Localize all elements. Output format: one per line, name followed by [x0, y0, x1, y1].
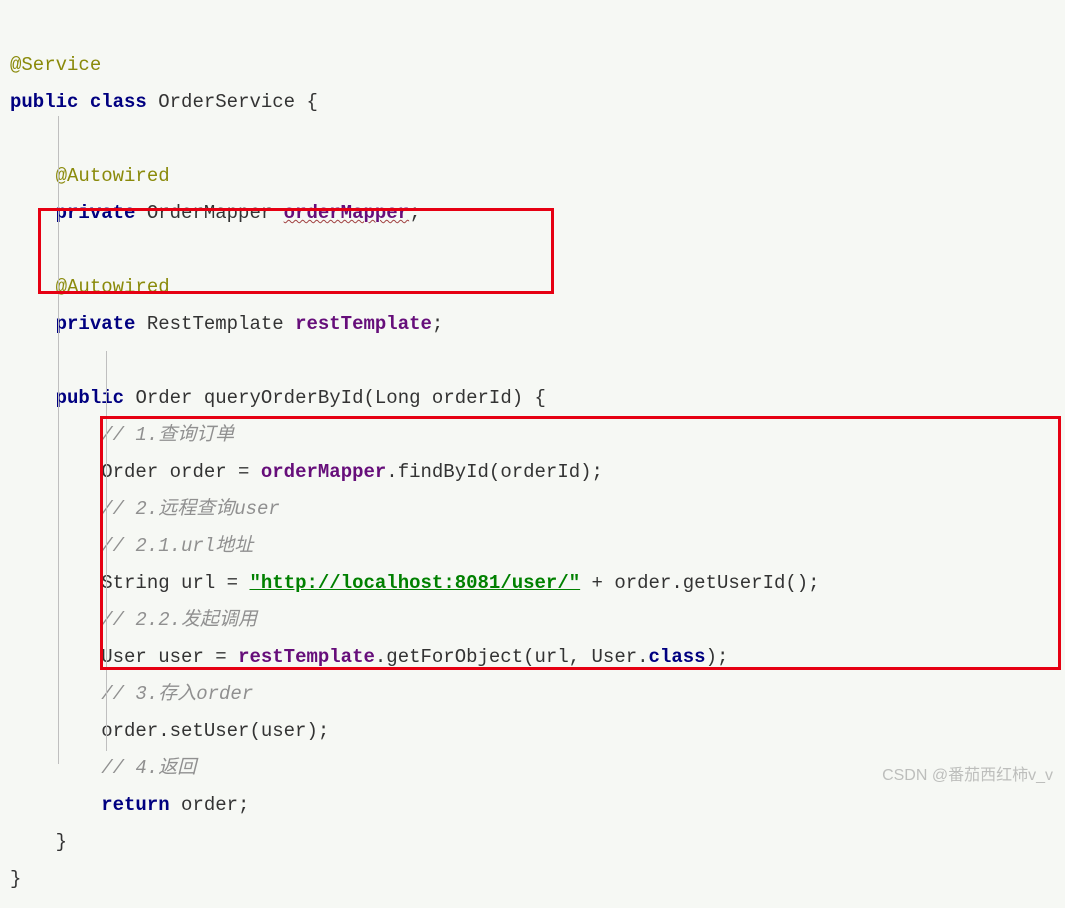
comment-3: // 3.存入order	[101, 683, 253, 705]
field-mapper: orderMapper	[284, 202, 409, 224]
tail-paren: );	[706, 646, 729, 668]
var-user: user	[158, 646, 204, 668]
semi-2: ;	[432, 313, 443, 335]
plus-getUserId: + order.getUserId();	[580, 572, 819, 594]
type-mapper: OrderMapper	[147, 202, 272, 224]
type-string: String	[101, 572, 169, 594]
call-getForObject: .getForObject(url, User.	[375, 646, 649, 668]
method-open-brace: ) {	[512, 387, 546, 409]
set-user: order.setUser(user);	[101, 720, 329, 742]
brace-close-class: }	[10, 868, 21, 890]
kw-class: class	[90, 91, 147, 113]
type-rest: RestTemplate	[147, 313, 284, 335]
param-name: orderId	[432, 387, 512, 409]
comment-4: // 4.返回	[101, 757, 196, 779]
comment-22: // 2.2.发起调用	[101, 609, 257, 631]
guide-line-outer	[58, 116, 59, 764]
eq-1: =	[227, 461, 261, 483]
ret-val: order;	[170, 794, 250, 816]
string-url: "http://localhost:8081/user/"	[249, 572, 580, 594]
ref-rest: restTemplate	[238, 646, 375, 668]
kw-class-ref: class	[649, 646, 706, 668]
kw-public-method: public	[56, 387, 124, 409]
var-order: order	[170, 461, 227, 483]
kw-return: return	[101, 794, 169, 816]
annotation-service: @Service	[10, 54, 101, 76]
eq-2: =	[215, 572, 249, 594]
type-order-var: Order	[101, 461, 158, 483]
semi-1: ;	[409, 202, 420, 224]
brace-close-method: }	[56, 831, 67, 853]
brace-open: {	[306, 91, 317, 113]
method-name: queryOrderById	[204, 387, 364, 409]
watermark: CSDN @番茄西红柿v_v	[882, 757, 1053, 794]
param-type: Long	[375, 387, 421, 409]
class-name: OrderService	[158, 91, 295, 113]
return-type: Order	[135, 387, 192, 409]
comment-21: // 2.1.url地址	[101, 535, 253, 557]
ref-mapper: orderMapper	[261, 461, 386, 483]
comment-2: // 2.远程查询user	[101, 498, 280, 520]
kw-private-1: private	[56, 202, 136, 224]
annotation-autowired-2: @Autowired	[56, 276, 170, 298]
kw-private-2: private	[56, 313, 136, 335]
var-url: url	[181, 572, 215, 594]
call-findById: .findById(orderId);	[386, 461, 603, 483]
kw-public: public	[10, 91, 78, 113]
annotation-autowired-1: @Autowired	[56, 165, 170, 187]
comment-1: // 1.查询订单	[101, 424, 234, 446]
field-rest: restTemplate	[295, 313, 432, 335]
eq-3: =	[204, 646, 238, 668]
type-user: User	[101, 646, 147, 668]
guide-line-inner	[106, 351, 107, 751]
